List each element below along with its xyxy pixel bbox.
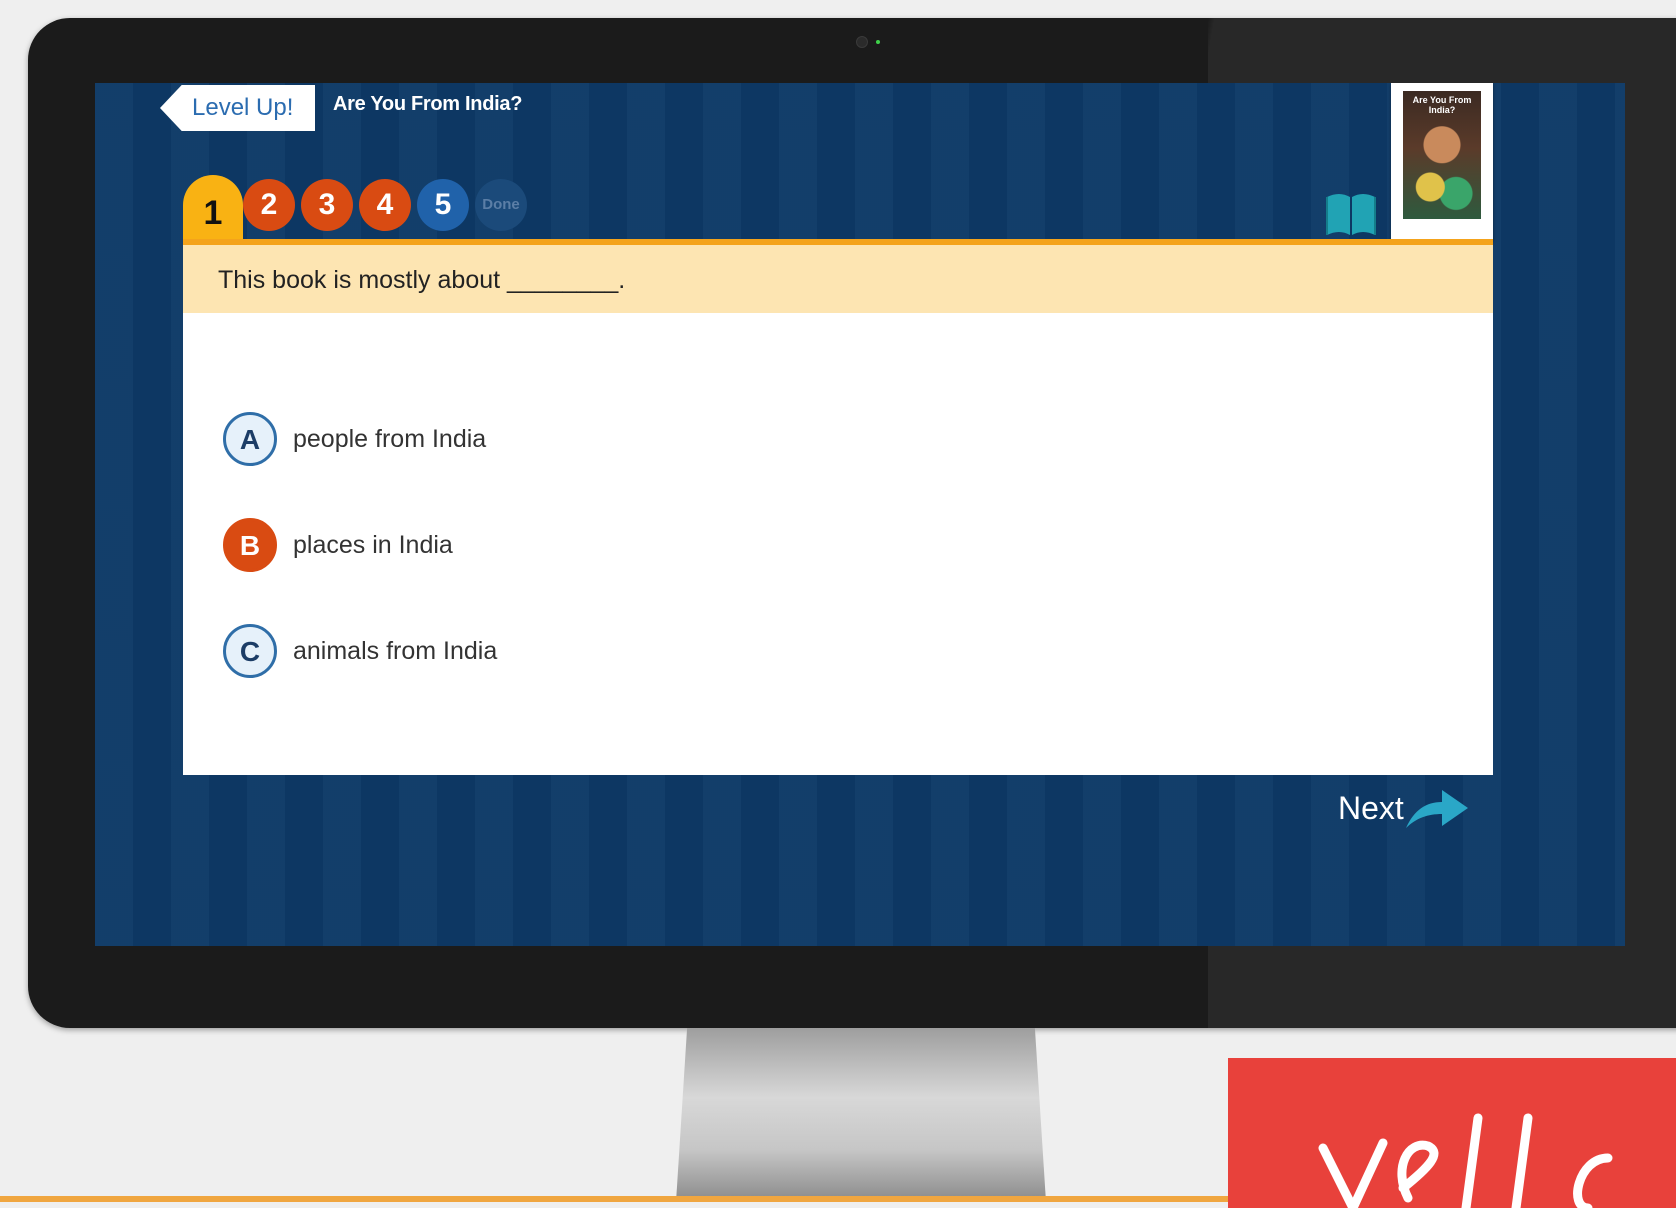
monitor-stand: [676, 1028, 1046, 1202]
option-text: places in India: [293, 530, 453, 559]
done-tab[interactable]: Done: [475, 179, 527, 231]
question-tab-5[interactable]: 5: [417, 179, 469, 231]
open-book-icon[interactable]: [1325, 191, 1377, 237]
quiz-screen: Level Up! Are You From India? Are You Fr…: [95, 83, 1625, 946]
option-text: people from India: [293, 424, 487, 453]
option-letter-badge-selected: B: [223, 518, 277, 572]
camera-indicator: [876, 40, 880, 44]
brand-logo-glyph: [1318, 1113, 1613, 1208]
option-letter-badge: A: [223, 412, 277, 466]
question-panel: This book is mostly about ________. A pe…: [183, 239, 1493, 775]
arrow-right-icon: [1405, 790, 1468, 828]
question-tabs: 2 3 4 5 Done: [183, 179, 543, 243]
option-text: animals from India: [293, 636, 498, 665]
answer-option-c[interactable]: C animals from India: [223, 621, 497, 681]
question-tab-2[interactable]: 2: [243, 179, 295, 231]
book-cover-title: Are You From India?: [1412, 95, 1472, 115]
question-tab-3[interactable]: 3: [301, 179, 353, 231]
answer-option-b[interactable]: B places in India: [223, 515, 453, 575]
question-tab-4[interactable]: 4: [359, 179, 411, 231]
book-cover[interactable]: Are You From India?: [1391, 83, 1493, 241]
camera-icon: [856, 36, 868, 48]
book-title: Are You From India?: [333, 93, 523, 115]
answer-option-a[interactable]: A people from India: [223, 409, 486, 469]
next-button-label: Next: [1338, 789, 1404, 826]
next-button[interactable]: Next: [1338, 783, 1470, 833]
decorative-line: [0, 1196, 1230, 1202]
brand-logo: [1228, 1058, 1676, 1208]
level-up-back-button[interactable]: Level Up!: [160, 85, 315, 131]
option-letter-badge: C: [223, 624, 277, 678]
question-prompt: This book is mostly about ________.: [183, 245, 1493, 313]
